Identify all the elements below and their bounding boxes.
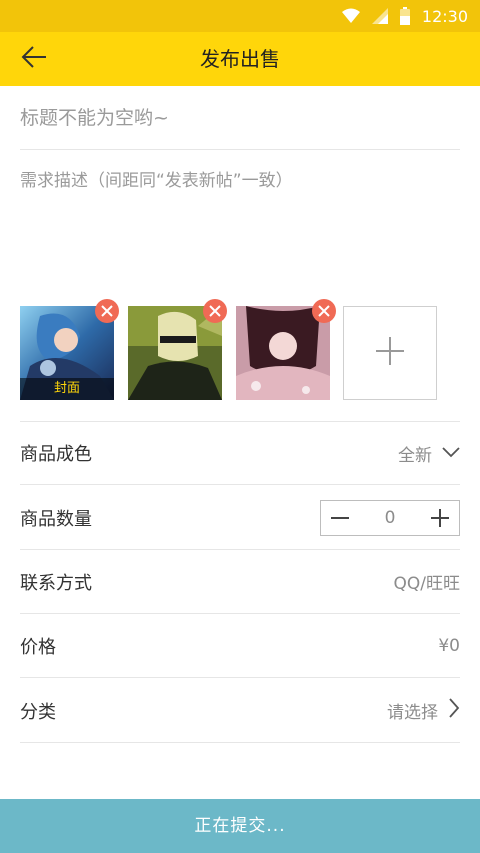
condition-value: 全新 <box>398 445 432 466</box>
contact-row[interactable]: 联系方式 QQ/旺旺 <box>20 550 460 614</box>
condition-label: 商品成色 <box>20 444 92 465</box>
page-title: 发布出售 <box>200 47 280 71</box>
quantity-label: 商品数量 <box>20 508 92 530</box>
title-input[interactable] <box>20 86 460 150</box>
category-select[interactable]: 请选择 <box>387 698 460 723</box>
price-row[interactable]: 价格 ¥0 <box>20 614 460 678</box>
contact-label: 联系方式 <box>20 572 92 594</box>
quantity-row: 商品数量 0 <box>20 486 460 550</box>
condition-select[interactable]: 全新 <box>398 441 460 466</box>
wifi-icon <box>341 8 360 24</box>
contact-input[interactable]: QQ/旺旺 <box>394 569 461 594</box>
description-input[interactable] <box>20 166 460 286</box>
battery-icon <box>399 7 410 25</box>
submit-button[interactable]: 正在提交... <box>0 799 480 853</box>
increment-button[interactable] <box>429 507 451 529</box>
category-value: 请选择 <box>387 703 438 723</box>
category-row[interactable]: 分类 请选择 <box>20 679 460 743</box>
decrement-button[interactable] <box>329 507 351 529</box>
chevron-down-icon <box>442 443 460 463</box>
remove-photo-button[interactable] <box>203 299 227 323</box>
close-icon <box>101 302 113 321</box>
close-icon <box>209 302 221 321</box>
app-bar: 发布出售 <box>0 32 480 86</box>
close-icon <box>318 302 330 321</box>
price-label: 价格 <box>20 636 56 658</box>
status-icons: 12:30 <box>341 0 468 32</box>
remove-photo-button[interactable] <box>95 299 119 323</box>
chevron-right-icon <box>448 698 460 723</box>
plus-icon <box>376 337 404 369</box>
add-photo-button[interactable] <box>343 306 437 400</box>
back-button[interactable] <box>16 42 52 76</box>
category-label: 分类 <box>20 701 56 723</box>
condition-row[interactable]: 商品成色 全新 <box>20 421 460 485</box>
cover-label: 封面 <box>20 378 114 400</box>
quantity-stepper[interactable]: 0 <box>320 499 460 536</box>
quantity-value: 0 <box>384 507 396 528</box>
arrow-left-icon <box>21 46 47 72</box>
status-time: 12:30 <box>421 6 468 26</box>
remove-photo-button[interactable] <box>312 299 336 323</box>
price-input[interactable]: ¥0 <box>438 636 460 656</box>
status-bar: 12:30 <box>0 0 480 32</box>
signal-icon <box>371 8 388 24</box>
